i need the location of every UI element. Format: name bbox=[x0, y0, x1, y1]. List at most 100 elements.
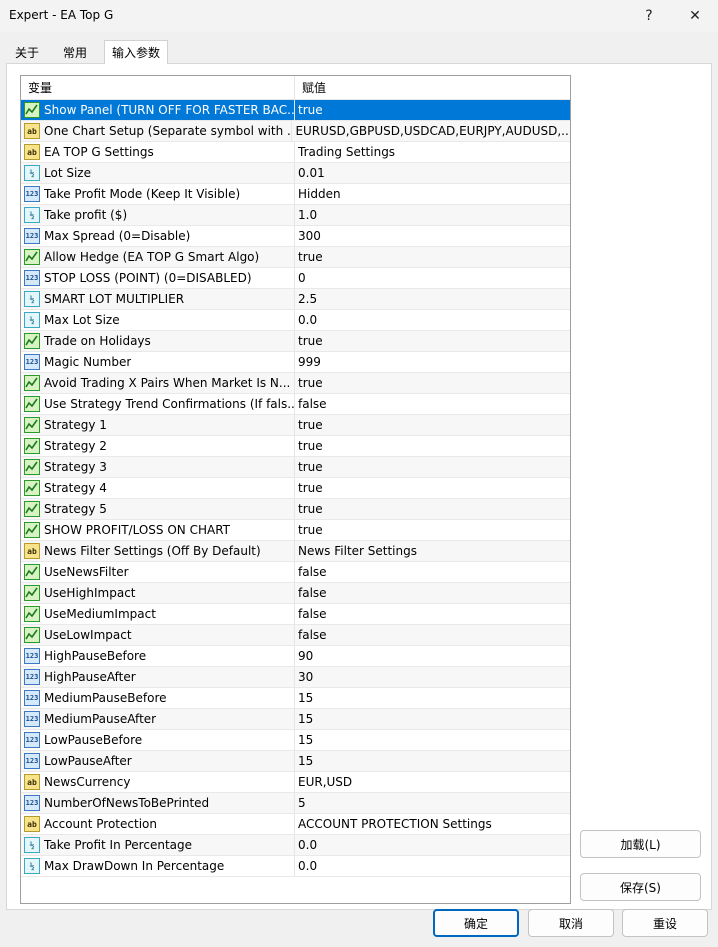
value-cell[interactable]: EUR,USD bbox=[295, 775, 352, 789]
tab-inputs[interactable]: 输入参数 bbox=[104, 40, 169, 64]
value-cell[interactable]: true bbox=[295, 460, 323, 474]
table-row[interactable]: 123 Max Spread (0=Disable) 300 bbox=[21, 225, 570, 247]
load-button[interactable]: 加载(L) bbox=[580, 830, 701, 858]
help-button[interactable]: ? bbox=[626, 0, 672, 32]
value-cell[interactable]: 300 bbox=[295, 229, 321, 243]
table-row[interactable]: ½ Take Profit In Percentage 0.0 bbox=[21, 834, 570, 856]
table-row[interactable]: 123 Magic Number 999 bbox=[21, 351, 570, 373]
value-cell[interactable]: true bbox=[295, 250, 323, 264]
table-row[interactable]: 123 MediumPauseAfter 15 bbox=[21, 708, 570, 730]
int-param-icon: 123 bbox=[24, 795, 40, 811]
table-row[interactable]: ab NewsCurrency EUR,USD bbox=[21, 771, 570, 793]
table-row[interactable]: Strategy 3 true bbox=[21, 456, 570, 478]
value-cell[interactable]: 30 bbox=[295, 670, 313, 684]
save-button[interactable]: 保存(S) bbox=[580, 873, 701, 901]
value-cell[interactable]: 0.01 bbox=[295, 166, 325, 180]
value-cell[interactable]: false bbox=[295, 628, 327, 642]
table-row[interactable]: Strategy 4 true bbox=[21, 477, 570, 499]
value-cell[interactable]: true bbox=[295, 103, 323, 117]
header-variable[interactable]: 变量 bbox=[21, 76, 295, 99]
value-cell[interactable]: ACCOUNT PROTECTION Settings bbox=[295, 817, 492, 831]
table-row[interactable]: Trade on Holidays true bbox=[21, 330, 570, 352]
bool-param-icon bbox=[24, 417, 40, 433]
table-row[interactable]: ½ Max Lot Size 0.0 bbox=[21, 309, 570, 331]
value-cell[interactable]: false bbox=[295, 607, 327, 621]
value-cell[interactable]: false bbox=[295, 586, 327, 600]
value-cell[interactable]: 999 bbox=[295, 355, 321, 369]
int-param-icon: 123 bbox=[24, 669, 40, 685]
tab-about[interactable]: 关于 bbox=[8, 40, 46, 64]
table-row[interactable]: 123 NumberOfNewsToBePrinted 5 bbox=[21, 792, 570, 814]
value-cell[interactable]: true bbox=[295, 334, 323, 348]
value-cell[interactable]: true bbox=[295, 523, 323, 537]
table-row[interactable]: ½ SMART LOT MULTIPLIER 2.5 bbox=[21, 288, 570, 310]
value-cell[interactable]: 0.0 bbox=[295, 859, 317, 873]
variable-cell: UseMediumImpact bbox=[21, 603, 295, 625]
table-row[interactable]: Strategy 2 true bbox=[21, 435, 570, 457]
value-cell[interactable]: true bbox=[295, 418, 323, 432]
bool-param-icon bbox=[24, 375, 40, 391]
value-cell[interactable]: false bbox=[295, 397, 327, 411]
value-cell[interactable]: 1.0 bbox=[295, 208, 317, 222]
value-cell[interactable]: false bbox=[295, 565, 327, 579]
table-row[interactable]: ½ Max DrawDown In Percentage 0.0 bbox=[21, 855, 570, 877]
string-param-icon: ab bbox=[24, 774, 40, 790]
table-row[interactable]: ½ Take profit ($) 1.0 bbox=[21, 204, 570, 226]
close-button[interactable]: ✕ bbox=[672, 0, 718, 32]
ok-button[interactable]: 确定 bbox=[433, 909, 519, 937]
tab-common[interactable]: 常用 bbox=[56, 40, 94, 64]
table-row[interactable]: 123 LowPauseBefore 15 bbox=[21, 729, 570, 751]
variable-cell: ½ Max DrawDown In Percentage bbox=[21, 855, 295, 877]
table-row[interactable]: 123 LowPauseAfter 15 bbox=[21, 750, 570, 772]
table-row[interactable]: ab News Filter Settings (Off By Default) N… bbox=[21, 540, 570, 562]
table-row[interactable]: Strategy 1 true bbox=[21, 414, 570, 436]
inputs-grid[interactable]: 变量 赋值 Show Panel (TURN OFF FOR FASTER BA… bbox=[20, 75, 571, 904]
variable-name: SHOW PROFIT/LOSS ON CHART bbox=[44, 523, 230, 537]
variable-name: UseLowImpact bbox=[44, 628, 132, 642]
table-row[interactable]: UseNewsFilter false bbox=[21, 561, 570, 583]
table-row[interactable]: UseLowImpact false bbox=[21, 624, 570, 646]
value-cell[interactable]: Hidden bbox=[295, 187, 341, 201]
value-cell[interactable]: true bbox=[295, 481, 323, 495]
value-cell[interactable]: true bbox=[295, 502, 323, 516]
table-row[interactable]: 123 HighPauseAfter 30 bbox=[21, 666, 570, 688]
table-row[interactable]: ab Account Protection ACCOUNT PROTECTION S… bbox=[21, 813, 570, 835]
value-cell[interactable]: 5 bbox=[295, 796, 306, 810]
table-row[interactable]: ½ Lot Size 0.01 bbox=[21, 162, 570, 184]
value-cell[interactable]: 0.0 bbox=[295, 313, 317, 327]
table-row[interactable]: 123 HighPauseBefore 90 bbox=[21, 645, 570, 667]
value-cell[interactable]: true bbox=[295, 376, 323, 390]
value-cell[interactable]: 90 bbox=[295, 649, 313, 663]
value-cell[interactable]: 0 bbox=[295, 271, 306, 285]
table-row[interactable]: Show Panel (TURN OFF FOR FASTER BAC... tr… bbox=[21, 99, 570, 121]
table-row[interactable]: Allow Hedge (EA TOP G Smart Algo) true bbox=[21, 246, 570, 268]
value-cell[interactable]: News Filter Settings bbox=[295, 544, 417, 558]
table-row[interactable]: 123 Take Profit Mode (Keep It Visible) Hid… bbox=[21, 183, 570, 205]
reset-button[interactable]: 重设 bbox=[622, 909, 708, 937]
value-cell[interactable]: 2.5 bbox=[295, 292, 317, 306]
table-row[interactable]: 123 MediumPauseBefore 15 bbox=[21, 687, 570, 709]
table-row[interactable]: 123 STOP LOSS (POINT) (0=DISABLED) 0 bbox=[21, 267, 570, 289]
value-cell[interactable]: EURUSD,GBPUSD,USDCAD,EURJPY,AUDUSD,... bbox=[292, 124, 570, 138]
value-cell[interactable]: 0.0 bbox=[295, 838, 317, 852]
table-row[interactable]: Avoid Trading X Pairs When Market Is N..… bbox=[21, 372, 570, 394]
cancel-button[interactable]: 取消 bbox=[528, 909, 614, 937]
variable-cell: ab Account Protection bbox=[21, 813, 295, 835]
table-row[interactable]: ab One Chart Setup (Separate symbol with … bbox=[21, 120, 570, 142]
value-cell[interactable]: 15 bbox=[295, 754, 313, 768]
header-value[interactable]: 赋值 bbox=[295, 76, 326, 99]
int-param-icon: 123 bbox=[24, 690, 40, 706]
variable-name: Strategy 1 bbox=[44, 418, 107, 432]
value-cell[interactable]: 15 bbox=[295, 691, 313, 705]
table-row[interactable]: UseHighImpact false bbox=[21, 582, 570, 604]
variable-cell: Strategy 3 bbox=[21, 456, 295, 478]
table-row[interactable]: UseMediumImpact false bbox=[21, 603, 570, 625]
table-row[interactable]: SHOW PROFIT/LOSS ON CHART true bbox=[21, 519, 570, 541]
value-cell[interactable]: 15 bbox=[295, 712, 313, 726]
value-cell[interactable]: Trading Settings bbox=[295, 145, 395, 159]
table-row[interactable]: Use Strategy Trend Confirmations (If fal… bbox=[21, 393, 570, 415]
value-cell[interactable]: true bbox=[295, 439, 323, 453]
table-row[interactable]: ab EA TOP G Settings Trading Settings bbox=[21, 141, 570, 163]
table-row[interactable]: Strategy 5 true bbox=[21, 498, 570, 520]
value-cell[interactable]: 15 bbox=[295, 733, 313, 747]
